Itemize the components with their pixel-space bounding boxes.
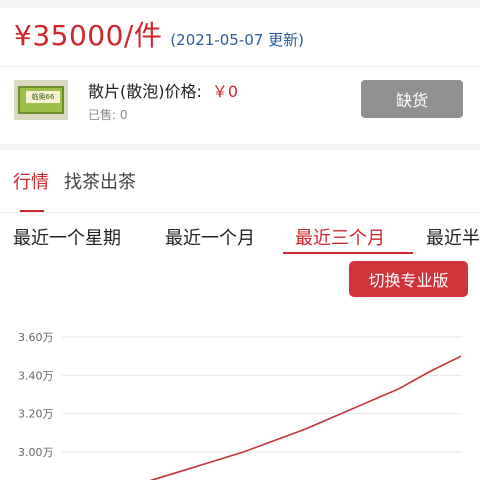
product-price-line: 散片(散泡)价格: ￥0: [88, 78, 238, 102]
divider: [0, 212, 480, 213]
y-tick-label: 3.40万: [18, 369, 54, 382]
range-tab-half-year[interactable]: 最近半: [426, 224, 480, 250]
y-tick-label: 3.60万: [18, 331, 54, 344]
price-chart: 3.60万 3.40万 3.20万 3.00万: [18, 331, 462, 480]
status-bar-strip: [0, 0, 480, 8]
y-tick-label: 3.00万: [18, 446, 54, 459]
active-range-indicator: [283, 252, 413, 254]
y-tick-label: 3.20万: [18, 408, 54, 421]
thumbnail-label: 临奥66: [26, 91, 60, 103]
out-of-stock-button[interactable]: 缺货: [361, 80, 463, 118]
product-thumbnail[interactable]: 临奥66: [14, 80, 68, 120]
sold-count: 已售: 0: [88, 108, 128, 122]
price-update-date: (2021-05-07 更新): [170, 31, 304, 49]
price-header: ¥35000/件 (2021-05-07 更新): [14, 14, 304, 58]
divider: [0, 66, 480, 67]
range-tab-week[interactable]: 最近一个星期: [13, 224, 121, 250]
price-line: [149, 355, 462, 480]
product-price-label: 散片(散泡)价格:: [88, 82, 202, 101]
tab-market[interactable]: 行情: [13, 168, 49, 194]
range-tabs: 最近一个星期 最近一个月 最近三个月 最近半: [0, 214, 480, 254]
switch-pro-button[interactable]: 切换专业版: [349, 261, 468, 297]
product-row: 临奥66 散片(散泡)价格: ￥0 已售: 0 缺货: [0, 68, 480, 140]
range-tab-month[interactable]: 最近一个月: [165, 224, 255, 250]
product-price-value: ￥0: [211, 82, 239, 101]
range-tab-three-months[interactable]: 最近三个月: [295, 224, 385, 250]
current-price: ¥35000/件: [14, 19, 163, 52]
main-tabs: 行情 找茶出茶: [0, 148, 480, 214]
tab-find-tea[interactable]: 找茶出茶: [64, 168, 136, 194]
